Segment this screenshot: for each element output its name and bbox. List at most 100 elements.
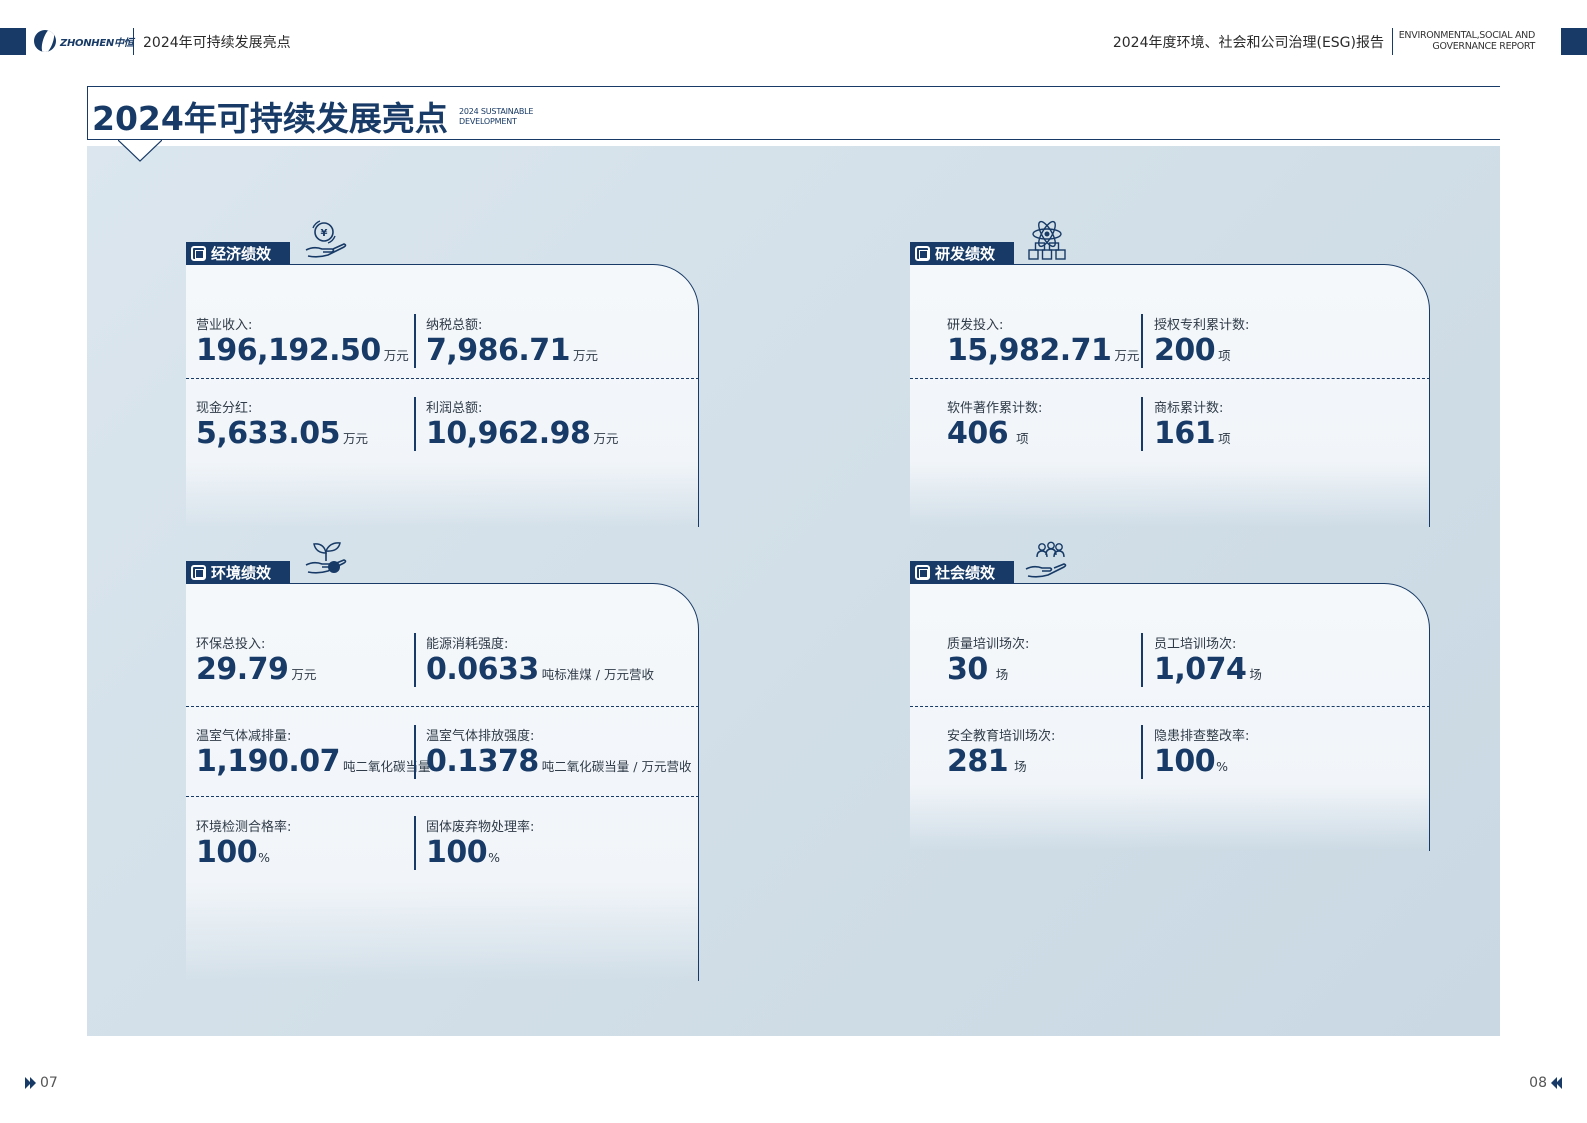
stat-dividend: 现金分红: 5,633.05 万元: [196, 397, 368, 451]
stat-unit: 万元: [1114, 348, 1140, 363]
stat-rnd-investment: 研发投入: 15,982.71 万元: [947, 314, 1139, 368]
stat-label: 现金分红:: [196, 401, 253, 416]
stat-unit: 万元: [593, 431, 619, 446]
stat-hazard-rectification-rate: 隐患排查整改率: 100%: [1154, 725, 1249, 779]
stat-ghg-intensity: 温室气体排放强度: 0.1378 吨二氧化碳当量 / 万元营收: [426, 725, 691, 779]
header-en-line2: GOVERNANCE REPORT: [1432, 41, 1535, 52]
stat-label: 能源消耗强度:: [426, 637, 509, 652]
checkbox-square-icon: [915, 245, 930, 261]
page-number-left-text: 07: [40, 1075, 58, 1091]
stat-unit: 项: [1218, 431, 1231, 446]
card-social: 社会绩效 质量培训场次: 30 场 员工培训场次: 1,074 场 安全教育培训场次…: [910, 541, 1430, 851]
stat-label: 固体废弃物处理率:: [426, 820, 535, 835]
stat-env-investment: 环保总投入: 29.79 万元: [196, 633, 316, 687]
row-divider: [186, 706, 699, 707]
column-divider: [414, 816, 416, 870]
stat-label: 商标累计数:: [1154, 401, 1224, 416]
stat-value: 15,982.71: [947, 333, 1112, 368]
stat-label: 环保总投入:: [196, 637, 266, 652]
stat-label: 质量培训场次:: [947, 637, 1030, 652]
stat-ghg-reduction: 温室气体减排量: 1,190.07 吨二氧化碳当量: [196, 725, 431, 779]
column-divider: [1141, 725, 1143, 779]
page-title: 2024年可持续发展亮点: [92, 99, 448, 138]
stat-revenue: 营业收入: 196,192.50 万元: [196, 314, 409, 368]
row-divider: [910, 706, 1430, 707]
stat-safety-training: 安全教育培训场次: 281 场: [947, 725, 1055, 779]
card-rnd-heading: 研发绩效: [910, 242, 1014, 264]
stat-value: 100: [196, 835, 258, 870]
stat-label: 安全教育培训场次:: [947, 729, 1056, 744]
card-environment: 环境绩效 环保总投入: 29.79 万元 能源消耗强度: 0.0633 吨标准煤 /…: [186, 542, 699, 981]
stat-value: 5,633.05: [196, 416, 341, 451]
stat-value: 200: [1154, 333, 1216, 368]
column-divider: [1141, 314, 1143, 368]
column-divider: [414, 725, 416, 779]
stat-unit: 项: [1016, 431, 1029, 446]
row-divider: [186, 378, 699, 379]
stat-unit: %: [1216, 759, 1229, 774]
stat-value: 196,192.50: [196, 333, 381, 368]
card-social-title: 社会绩效: [935, 563, 996, 582]
stat-unit: 万元: [343, 431, 369, 446]
stat-value: 30: [947, 652, 988, 687]
stat-label: 授权专利累计数:: [1154, 318, 1250, 333]
column-divider: [1141, 397, 1143, 451]
checkbox-square-icon: [191, 245, 206, 261]
stat-unit: 项: [1218, 348, 1231, 363]
page-title-en: 2024 SUSTAINABLE DEVELOPMENT: [459, 107, 533, 127]
plant-hand-icon: [305, 542, 347, 574]
stat-label: 软件著作累计数:: [947, 401, 1043, 416]
stat-unit: 万元: [383, 348, 409, 363]
header-divider-left: [133, 28, 134, 55]
header-accent-left: [0, 28, 26, 55]
stat-value: 0.1378: [426, 744, 539, 779]
card-rnd: 研发绩效 研发投入: 15,982.71 万元 授权专利累计数: 200 项 软件著…: [910, 220, 1430, 527]
stat-quality-training: 质量培训场次: 30 场: [947, 633, 1029, 687]
stat-value: 10,962.98: [426, 416, 591, 451]
title-rule-left: [87, 86, 88, 140]
card-environment-heading: 环境绩效: [186, 561, 290, 583]
stat-label: 隐患排查整改率:: [1154, 729, 1250, 744]
card-environment-title: 环境绩效: [211, 563, 272, 582]
column-divider: [1141, 633, 1143, 687]
stat-unit: 吨标准煤 / 万元营收: [541, 667, 654, 682]
stat-unit: 场: [995, 667, 1009, 682]
card-social-heading: 社会绩效: [910, 561, 1014, 583]
column-divider: [414, 314, 416, 368]
title-pointer: [118, 139, 162, 162]
stat-unit: %: [258, 850, 271, 865]
stat-env-test-pass-rate: 环境检测合格率: 100%: [196, 816, 291, 870]
stat-software-copyrights: 软件著作累计数: 406 项: [947, 397, 1042, 451]
stat-unit: 万元: [573, 348, 599, 363]
stat-unit: 吨二氧化碳当量 / 万元营收: [541, 759, 692, 774]
money-hand-icon: ¥: [305, 220, 347, 258]
stat-value: 7,986.71: [426, 333, 571, 368]
stat-tax: 纳税总额: 7,986.71 万元: [426, 314, 598, 368]
card-social-body: [910, 583, 1430, 851]
header-en-line1: ENVIRONMENTAL,SOCIAL AND: [1398, 30, 1536, 41]
stat-label: 温室气体减排量:: [196, 729, 292, 744]
column-divider: [414, 397, 416, 451]
stat-unit: 万元: [291, 667, 317, 682]
logo-mark-icon: [34, 30, 56, 52]
row-divider: [186, 796, 699, 797]
stat-value: 1,190.07: [196, 744, 341, 779]
stat-value: 100: [1154, 744, 1216, 779]
double-chevron-left-icon: [1551, 1077, 1562, 1089]
stat-label: 环境检测合格率:: [196, 820, 292, 835]
people-hand-icon: [1025, 541, 1067, 578]
header-divider-right: [1392, 28, 1393, 55]
page-number-right: 08: [1529, 1075, 1563, 1091]
stat-patents: 授权专利累计数: 200 项: [1154, 314, 1249, 368]
header-section-title: 2024年可持续发展亮点: [143, 35, 291, 51]
checkbox-square-icon: [915, 564, 930, 580]
stat-value: 161: [1154, 416, 1216, 451]
stat-value: 1,074: [1154, 652, 1247, 687]
card-rnd-body: [910, 264, 1430, 527]
stat-staff-training: 员工培训场次: 1,074 场: [1154, 633, 1262, 687]
header-report-title: 2024年度环境、社会和公司治理(ESG)报告: [1112, 35, 1384, 51]
stat-trademarks: 商标累计数: 161 项: [1154, 397, 1231, 451]
stat-value: 100: [426, 835, 488, 870]
stat-label: 员工培训场次:: [1154, 637, 1237, 652]
page-title-en-line1: 2024 SUSTAINABLE: [459, 107, 534, 116]
